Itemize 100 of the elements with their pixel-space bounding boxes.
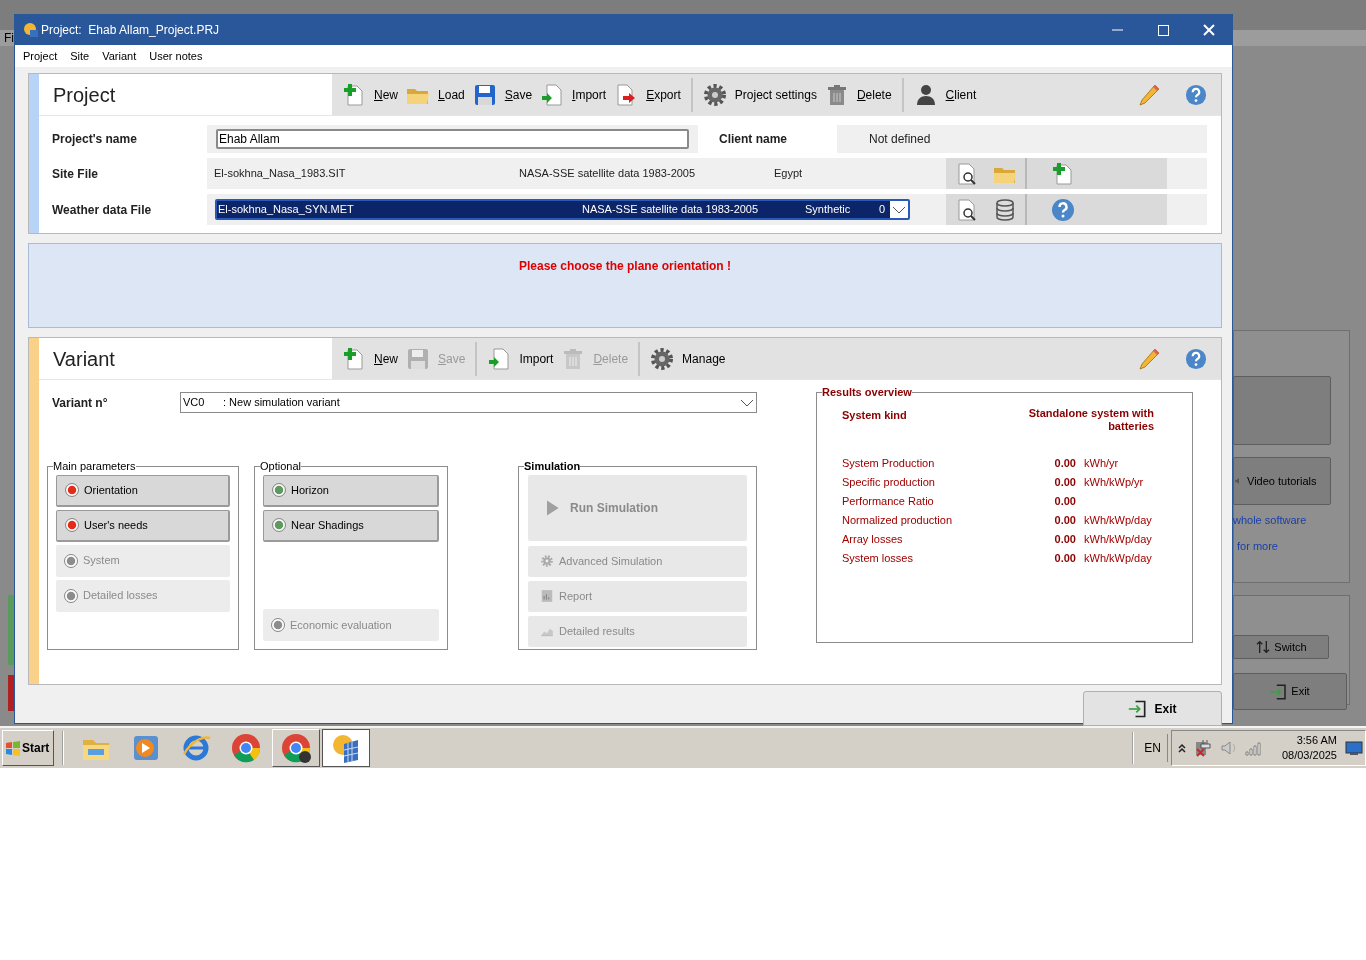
parameter-button[interactable]: User's needs	[56, 509, 230, 542]
result-unit: kWh/kWp/day	[1084, 512, 1152, 528]
result-label: Performance Ratio	[842, 493, 935, 509]
menu-item[interactable]: Site	[70, 47, 90, 65]
panel-edge	[8, 675, 14, 711]
client-name-value: Not defined	[837, 125, 1207, 153]
import-icon	[487, 346, 512, 371]
site-file-text: NASA-SSE satellite data 1983-2005	[519, 166, 697, 182]
result-unit: kWh/kWp/day	[1084, 531, 1152, 547]
help-button[interactable]	[1185, 347, 1207, 370]
exit-button[interactable]: Exit	[1083, 691, 1222, 726]
toolbar-button[interactable]: Manage	[646, 341, 730, 376]
menu-item[interactable]: User notes	[149, 47, 203, 65]
chevron-down-icon	[892, 205, 906, 214]
start-button[interactable]: Start	[2, 730, 54, 766]
result-label: System losses	[842, 550, 914, 566]
toolbar-button[interactable]: Import	[536, 77, 611, 112]
language-indicator[interactable]: EN	[1144, 739, 1161, 757]
windows-logo-icon	[5, 740, 21, 756]
result-value: 0.00	[1053, 474, 1076, 490]
video-tutorials-button[interactable]: Video tutorials	[1233, 457, 1331, 505]
taskbar-app[interactable]	[322, 729, 370, 767]
result-value: 0.00	[1053, 531, 1076, 547]
exit-icon	[1270, 682, 1289, 701]
toolbar-button[interactable]: Save	[468, 77, 537, 112]
settings-icon	[702, 82, 727, 107]
result-value: 0.00	[1053, 493, 1076, 509]
toolbar-button[interactable]: Project settings	[698, 77, 821, 112]
toolbar-button[interactable]: Import	[483, 341, 558, 376]
chevron-down-icon	[740, 398, 754, 407]
monitor-icon	[1345, 740, 1363, 756]
edit-button[interactable]	[1137, 82, 1161, 107]
switch-button[interactable]: Switch	[1233, 635, 1329, 659]
result-unit: kWh/kWp/day	[1084, 550, 1152, 566]
toolbar-button[interactable]: Load	[402, 77, 469, 112]
site-file-text: Egypt	[774, 166, 804, 182]
variant-name: : New simulation variant	[223, 395, 340, 411]
tool-button[interactable]	[993, 197, 1017, 222]
tile-button[interactable]	[1233, 376, 1331, 445]
volume-icon	[1219, 739, 1236, 757]
group-title: Main parameters	[53, 459, 136, 474]
parameter-button[interactable]: Near Shadings	[263, 509, 439, 542]
toolbar-button[interactable]: New	[338, 341, 402, 376]
parameter-button[interactable]: Horizon	[263, 474, 439, 507]
save-icon	[472, 82, 497, 107]
signal-icon	[1243, 739, 1262, 757]
panel-edge	[8, 595, 14, 665]
power-icon	[1193, 739, 1212, 757]
toolbar-button[interactable]: Delete	[820, 77, 896, 112]
settings-icon	[540, 554, 554, 568]
new-document-icon	[1051, 161, 1075, 186]
toolbar-button[interactable]: Client	[909, 77, 981, 112]
result-value: Standalone system with batteries	[1027, 406, 1154, 433]
database-icon	[993, 197, 1017, 222]
pencil-icon	[1137, 82, 1161, 107]
close-icon	[1203, 24, 1215, 36]
import-icon	[540, 82, 565, 107]
menu-item[interactable]: Project	[23, 47, 58, 65]
result-value: 0.00	[1053, 512, 1076, 528]
result-label: Array losses	[842, 531, 904, 547]
menu-item[interactable]: Variant	[102, 47, 137, 65]
help-icon	[1185, 347, 1207, 370]
menu-item[interactable]: Fi	[4, 29, 14, 47]
field-label: Client name	[718, 131, 788, 148]
field-label: Site File	[51, 165, 99, 183]
result-label: Specific production	[842, 474, 936, 490]
pencil-icon	[1137, 346, 1161, 371]
group-title: Optional	[260, 459, 301, 474]
help-icon	[1051, 197, 1075, 222]
toolbar-button[interactable]: New	[338, 77, 402, 112]
help-button[interactable]	[1185, 83, 1207, 106]
result-label: System Production	[842, 455, 936, 471]
result-unit: kWh/yr	[1084, 455, 1119, 471]
chrome-icon	[230, 732, 262, 764]
new-document-icon	[342, 82, 366, 107]
clock-date: 08/03/2025	[1281, 748, 1337, 763]
chrome-icon	[280, 732, 312, 764]
field-label: Variant n°	[51, 394, 109, 412]
chevron-up-icon	[1177, 743, 1186, 753]
weather-file-dropdown[interactable]: El-sokhna_Nasa_SYN.MET NASA-SSE satellite data 1983-2005 Synthetic 0	[215, 199, 910, 220]
result-label: Normalized production	[842, 512, 954, 528]
group-title: Results overview	[822, 385, 912, 400]
variant-dropdown[interactable]: VC0 : New simulation variant	[180, 392, 757, 413]
project-name-field[interactable]: Ehab Allam	[216, 129, 689, 149]
exit-icon	[1128, 698, 1149, 719]
result-label: System kind	[842, 407, 907, 423]
parameter-button[interactable]: Orientation	[56, 474, 230, 507]
site-file-text: El-sokhna_Nasa_1983.SIT	[213, 166, 347, 182]
maximize-icon	[1157, 24, 1169, 36]
window-title: Project: Ehab Allam_Project.PRJ	[41, 22, 220, 39]
settings-icon	[650, 346, 675, 371]
field-label: Project's name	[51, 131, 138, 148]
exit-button[interactable]: Exit	[1233, 673, 1347, 710]
up-down-arrows-icon	[1255, 639, 1272, 655]
report-icon	[540, 589, 554, 603]
edit-button[interactable]	[1137, 346, 1161, 371]
result-value: 0.00	[1053, 455, 1076, 471]
toolbar-button[interactable]: Export	[610, 77, 685, 112]
result-unit: kWh/kWp/yr	[1084, 474, 1144, 490]
clock-time: 3:56 AM	[1296, 733, 1337, 748]
